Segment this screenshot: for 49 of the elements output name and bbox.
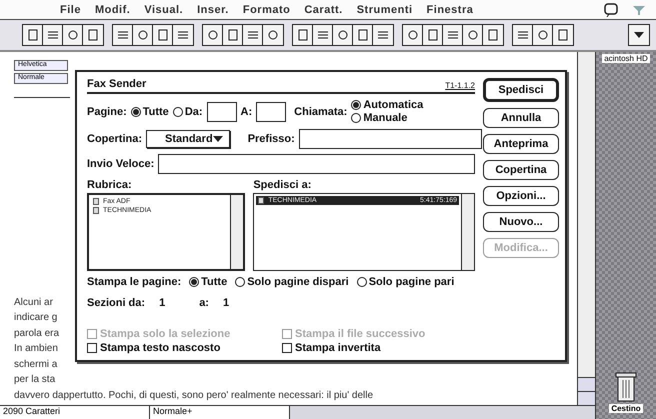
list-label: Rubrica: — [87, 179, 133, 191]
field-label: A: — [240, 106, 252, 118]
menu-item[interactable]: Finestra — [426, 4, 474, 16]
cover-dropdown[interactable]: Standard — [146, 130, 230, 148]
dialog-title: Fax Sender — [87, 78, 146, 90]
radio-option[interactable]: Tutte — [189, 276, 228, 288]
text-line: davvero dappertutto. Pochi, di questi, sono pero' realmente necessari: il piu' delle — [14, 388, 374, 402]
field-label: Pagine: — [87, 106, 127, 118]
text-line: In ambien — [14, 342, 58, 356]
value-text: 1 — [222, 297, 230, 309]
dialog-button[interactable]: Spedisci — [483, 78, 559, 102]
menu-item[interactable]: Formato — [242, 4, 290, 16]
value-text: 1 — [159, 297, 166, 309]
trash-label: Cestino — [609, 404, 643, 413]
dialog-button[interactable]: Copertina — [483, 160, 559, 180]
text-line: Alcuni ar — [14, 296, 53, 310]
field-label: Chiamata: — [294, 106, 348, 118]
field-label: Copertina: — [87, 133, 142, 145]
text-line: schermi a — [14, 358, 58, 372]
radio-option[interactable]: Da: — [172, 106, 203, 118]
dialog-button[interactable]: Anteprima — [483, 134, 559, 154]
menu-item[interactable]: Visual. — [144, 4, 184, 16]
radio-option[interactable]: Manuale — [351, 112, 424, 124]
menu-item[interactable]: File — [60, 4, 81, 16]
dialog-button[interactable]: Opzioni... — [483, 186, 559, 206]
field-label: a: — [199, 297, 209, 309]
radio-option[interactable]: Tutte — [130, 106, 169, 118]
menu-item[interactable]: Modif. — [94, 4, 130, 16]
character-count: 2090 Caratteri — [0, 406, 150, 419]
dialog-button[interactable]: Annulla — [483, 108, 559, 128]
checkbox-option[interactable]: Stampa invertita — [282, 342, 475, 354]
text-line: indicare g — [14, 311, 58, 325]
checkbox-option[interactable]: Stampa testo nascosto — [87, 342, 280, 354]
field-label: Invio Veloce: — [87, 158, 154, 170]
menu-item[interactable]: Inser. — [197, 4, 229, 16]
radio-option[interactable]: Solo pagine pari — [356, 276, 454, 288]
radio-option[interactable]: Solo pagine dispari — [235, 276, 349, 288]
field-label: Stampa le pagine: — [87, 276, 182, 288]
menu-item[interactable]: Caratt. — [304, 4, 343, 16]
list-label: Spedisci a: — [253, 179, 312, 191]
field-label: Prefisso: — [248, 133, 295, 145]
dialog-button[interactable]: Nuovo... — [483, 212, 559, 232]
version-label: T1-1.1.2 — [445, 81, 475, 90]
field-label: Sezioni da: — [87, 297, 146, 309]
text-line: per la sta — [14, 373, 56, 387]
disk-label: acintosh HD — [602, 54, 650, 63]
text-line: parola era — [14, 326, 60, 340]
menu-item[interactable]: Strumenti — [356, 4, 413, 16]
radio-option[interactable]: Automatica — [351, 99, 424, 111]
